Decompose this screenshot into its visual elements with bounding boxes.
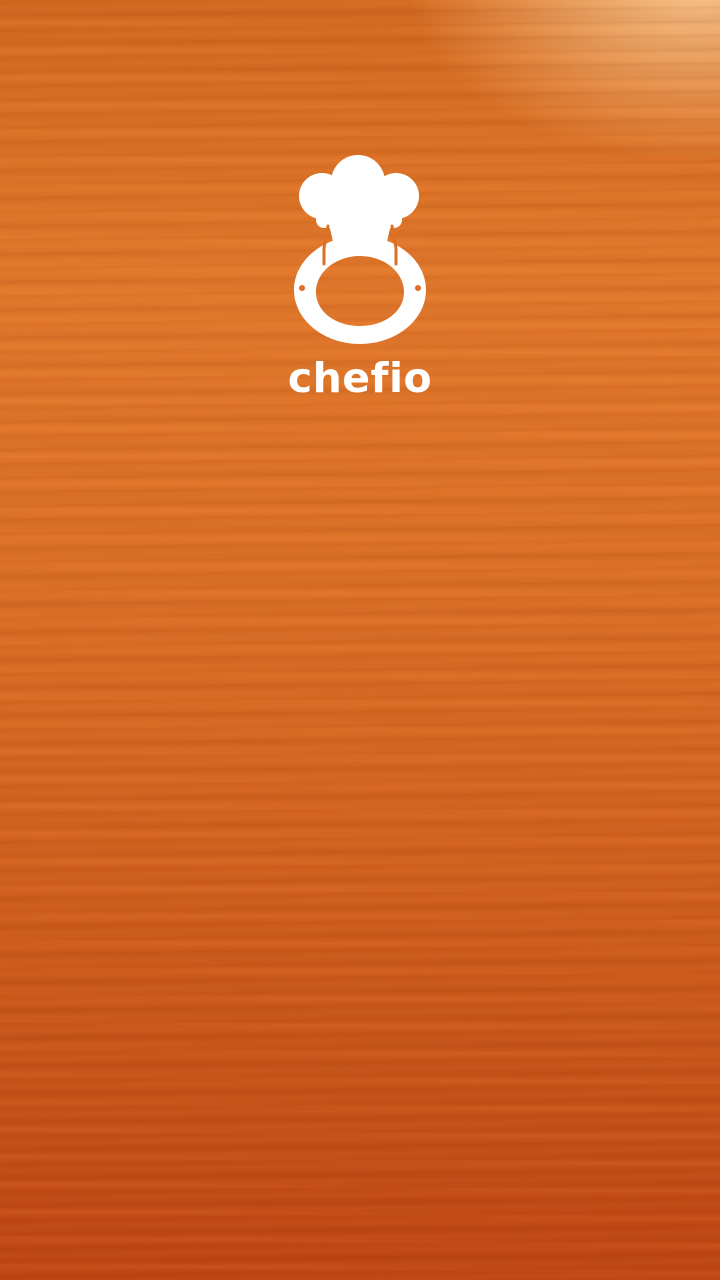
chef-hat-pot-icon (294, 155, 426, 344)
brand-name: chefio (287, 354, 433, 402)
app-logo: chefio (260, 148, 460, 408)
splash-screen: chefio (0, 0, 720, 1280)
